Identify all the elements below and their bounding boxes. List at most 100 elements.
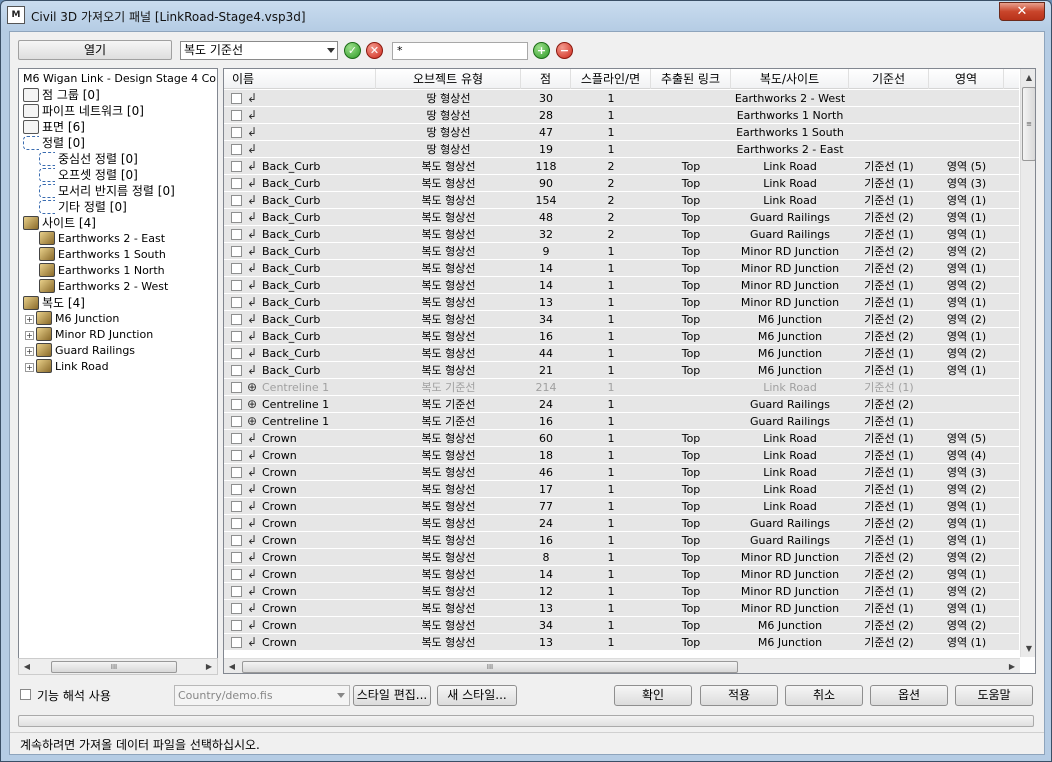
scroll-up-icon[interactable]: ▲: [1023, 69, 1035, 86]
table-row[interactable]: ↲ Crown 복도 형상선 34 1 Top M6 Junction 기준선 (2) 영역 (…: [224, 617, 1019, 634]
tree-item[interactable]: Earthworks 1 North: [39, 263, 165, 279]
row-checkbox[interactable]: [231, 518, 242, 529]
table-row[interactable]: ↲ Back_Curb 복도 형상선 14 1 Top Minor RD Junction 기…: [224, 260, 1019, 277]
table-row[interactable]: ↲ Crown 복도 형상선 8 1 Top Minor RD Junction 기준선 (2…: [224, 549, 1019, 566]
column-header[interactable]: 기준선: [849, 69, 929, 89]
row-checkbox[interactable]: [231, 603, 242, 614]
expand-icon[interactable]: +: [25, 315, 34, 324]
tree-item[interactable]: + Link Road: [25, 359, 109, 375]
row-checkbox[interactable]: [231, 552, 242, 563]
object-tree[interactable]: M6 Wigan Link - Design Stage 4 Complet 점…: [18, 68, 218, 674]
row-checkbox[interactable]: [231, 297, 242, 308]
scroll-down-icon[interactable]: ▼: [1023, 640, 1035, 657]
row-checkbox[interactable]: [231, 127, 242, 138]
tree-item[interactable]: 표면 [6]: [23, 119, 85, 135]
row-checkbox[interactable]: [231, 365, 242, 376]
scroll-thumb[interactable]: III: [51, 661, 177, 673]
table-row[interactable]: ↲ Back_Curb 복도 형상선 21 1 Top M6 Junction 기준선 (1)…: [224, 362, 1019, 379]
grid-vertical-scrollbar[interactable]: ▲ ≡ ▼: [1020, 69, 1035, 657]
row-checkbox[interactable]: [231, 161, 242, 172]
column-header[interactable]: 오브젝트 유형: [376, 69, 521, 89]
new-style-button[interactable]: 새 스타일...: [437, 685, 517, 706]
tree-item[interactable]: + Minor RD Junction: [25, 327, 153, 343]
scroll-thumb[interactable]: ≡: [1022, 87, 1035, 161]
tree-item[interactable]: 기타 정렬 [0]: [39, 199, 127, 215]
feature-interpretation-checkbox[interactable]: [20, 689, 31, 700]
row-checkbox[interactable]: [231, 110, 242, 121]
row-checkbox[interactable]: [231, 93, 242, 104]
tree-item[interactable]: + Guard Railings: [25, 343, 135, 359]
table-row[interactable]: ↲ Back_Curb 복도 형상선 13 1 Top Minor RD Junction 기…: [224, 294, 1019, 311]
tree-item[interactable]: Earthworks 1 South: [39, 247, 166, 263]
row-checkbox[interactable]: [231, 450, 242, 461]
expand-icon[interactable]: +: [25, 363, 34, 372]
table-row[interactable]: ↲ Crown 복도 형상선 60 1 Top Link Road 기준선 (1) 영역 (5): [224, 430, 1019, 447]
table-row[interactable]: ↲ Crown 복도 형상선 17 1 Top Link Road 기준선 (1) 영역 (2): [224, 481, 1019, 498]
objects-grid[interactable]: 이름 오브젝트 유형 점 스플라인/면 추출된 링크 복도/사이트 기준선 영역 ↲ 땅 형상선…: [223, 68, 1036, 674]
minus-icon[interactable]: −: [556, 42, 573, 59]
table-row[interactable]: ↲ Crown 복도 형상선 16 1 Top Guard Railings 기준선 (1) 영…: [224, 532, 1019, 549]
ok-button[interactable]: 확인: [614, 685, 692, 706]
row-checkbox[interactable]: [231, 586, 242, 597]
expand-icon[interactable]: +: [25, 331, 34, 340]
tree-item[interactable]: 점 그룹 [0]: [23, 87, 100, 103]
scroll-right-icon[interactable]: ▶: [1006, 658, 1018, 673]
help-button[interactable]: 도움말: [955, 685, 1033, 706]
close-button[interactable]: ✕: [999, 2, 1045, 21]
table-row[interactable]: ↲ Back_Curb 복도 형상선 90 2 Top Link Road 기준선 (1) 영역…: [224, 175, 1019, 192]
row-checkbox[interactable]: [231, 399, 242, 410]
tree-item[interactable]: 파이프 네트워크 [0]: [23, 103, 144, 119]
table-row[interactable]: ↲ Crown 복도 형상선 13 1 Top Minor RD Junction 기준선 (…: [224, 600, 1019, 617]
table-row[interactable]: ↲ 땅 형상선 47 1 Earthworks 1 South: [224, 124, 1019, 141]
row-checkbox[interactable]: [231, 229, 242, 240]
check-icon[interactable]: ✓: [344, 42, 361, 59]
table-row[interactable]: ↲ Crown 복도 형상선 12 1 Top Minor RD Junction 기준선 (…: [224, 583, 1019, 600]
x-icon[interactable]: ✕: [366, 42, 383, 59]
apply-button[interactable]: 적용: [700, 685, 778, 706]
row-checkbox[interactable]: [231, 535, 242, 546]
table-row[interactable]: ↲ Back_Curb 복도 형상선 154 2 Top Link Road 기준선 (1) 영…: [224, 192, 1019, 209]
row-checkbox[interactable]: [231, 280, 242, 291]
tree-item[interactable]: 사이트 [4]: [23, 215, 96, 231]
scroll-left-icon[interactable]: ◀: [226, 658, 238, 673]
options-button[interactable]: 옵션: [870, 685, 948, 706]
table-row[interactable]: ↲ Crown 복도 형상선 18 1 Top Link Road 기준선 (1) 영역 (4): [224, 447, 1019, 464]
tree-item[interactable]: 중심선 정렬 [0]: [39, 151, 138, 167]
row-checkbox[interactable]: [231, 637, 242, 648]
row-checkbox[interactable]: [231, 620, 242, 631]
table-row[interactable]: ↲ 땅 형상선 30 1 Earthworks 2 - West: [224, 90, 1019, 107]
table-row[interactable]: ↲ Crown 복도 형상선 13 1 Top M6 Junction 기준선 (2) 영역 (…: [224, 634, 1019, 651]
tree-item[interactable]: + M6 Junction: [25, 311, 119, 327]
filter-input[interactable]: *: [392, 42, 528, 60]
table-row[interactable]: ↲ 땅 형상선 19 1 Earthworks 2 - East: [224, 141, 1019, 158]
scroll-left-icon[interactable]: ◀: [21, 658, 33, 675]
table-row[interactable]: ⊕ Centreline 1 복도 기준선 214 1 Link Road 기준선 (1): [224, 379, 1019, 396]
column-header[interactable]: 영역: [929, 69, 1004, 89]
table-row[interactable]: ↲ Back_Curb 복도 형상선 9 1 Top Minor RD Junction 기준…: [224, 243, 1019, 260]
row-checkbox[interactable]: [231, 144, 242, 155]
expand-icon[interactable]: +: [25, 347, 34, 356]
table-row[interactable]: ↲ Back_Curb 복도 형상선 14 1 Top Minor RD Junction 기…: [224, 277, 1019, 294]
edit-style-button[interactable]: 스타일 편집...: [353, 685, 431, 706]
row-checkbox[interactable]: [231, 484, 242, 495]
table-row[interactable]: ↲ Back_Curb 복도 형상선 48 2 Top Guard Railings 기준선 …: [224, 209, 1019, 226]
row-checkbox[interactable]: [231, 195, 242, 206]
row-checkbox[interactable]: [231, 263, 242, 274]
table-row[interactable]: ↲ Crown 복도 형상선 77 1 Top Link Road 기준선 (1) 영역 (1): [224, 498, 1019, 515]
object-type-combo[interactable]: 복도 기준선: [180, 41, 338, 60]
tree-root[interactable]: M6 Wigan Link - Design Stage 4 Complet: [23, 71, 217, 87]
table-row[interactable]: ↲ Back_Curb 복도 형상선 118 2 Top Link Road 기준선 (1) 영…: [224, 158, 1019, 175]
tree-horizontal-scrollbar[interactable]: ◀ III ▶: [18, 658, 218, 675]
table-row[interactable]: ↲ Back_Curb 복도 형상선 34 1 Top M6 Junction 기준선 (2)…: [224, 311, 1019, 328]
row-checkbox[interactable]: [231, 331, 242, 342]
column-header[interactable]: 추출된 링크: [651, 69, 731, 89]
table-row[interactable]: ⊕ Centreline 1 복도 기준선 16 1 Guard Railings 기준선 …: [224, 413, 1019, 430]
row-checkbox[interactable]: [231, 348, 242, 359]
tree-item[interactable]: Earthworks 2 - West: [39, 279, 168, 295]
title-bar[interactable]: M Civil 3D 가져오기 패널 [LinkRoad-Stage4.vsp3…: [1, 1, 1051, 31]
tree-item[interactable]: 복도 [4]: [23, 295, 85, 311]
row-checkbox[interactable]: [231, 246, 242, 257]
row-checkbox[interactable]: [231, 416, 242, 427]
fis-file-combo[interactable]: Country/demo.fis: [174, 685, 350, 706]
scroll-thumb[interactable]: III: [242, 661, 738, 673]
